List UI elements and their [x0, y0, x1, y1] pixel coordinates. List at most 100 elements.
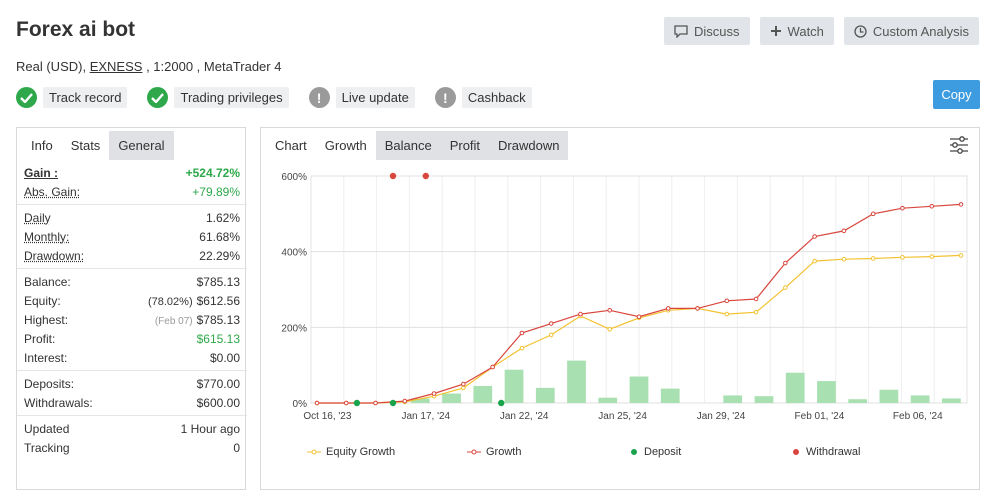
chart-tabs: Chart Growth Balance Profit Drawdown	[261, 128, 979, 161]
growth-point	[373, 400, 378, 406]
tab-stats[interactable]: Stats	[62, 131, 110, 160]
y-tick-label: 400%	[281, 248, 307, 259]
chart-panel: Chart Growth Balance Profit Drawdown 0% 2…	[260, 127, 980, 490]
y-tick-label: 200%	[281, 323, 307, 334]
stat-label[interactable]: Gain :	[24, 166, 58, 180]
growth-point	[753, 296, 759, 302]
clock-icon	[854, 24, 867, 38]
stat-label: Profit:	[24, 331, 56, 346]
stat-value: +79.89%	[192, 184, 240, 199]
equity-growth-point	[519, 345, 525, 351]
bar	[504, 369, 524, 403]
equity-growth-point	[870, 256, 876, 261]
stat-value: $785.13	[196, 312, 240, 327]
growth-point	[431, 391, 437, 396]
legend-line-icon	[467, 449, 481, 455]
tab-drawdown[interactable]: Drawdown	[489, 131, 569, 160]
stat-interest: Interest: $0.00	[17, 348, 247, 367]
bar	[567, 360, 586, 403]
legend-label: Growth	[486, 446, 522, 458]
tab-balance[interactable]: Balance	[375, 131, 441, 160]
exclamation-icon: !	[308, 87, 330, 108]
stat-value: $615.13	[196, 331, 240, 346]
growth-point	[314, 400, 320, 406]
growth-point	[929, 203, 935, 209]
growth-point	[783, 260, 788, 266]
stat-value: 61.68%	[199, 229, 240, 244]
stat-label[interactable]: Drawdown:	[24, 249, 84, 263]
discuss-label: Discuss	[694, 23, 740, 39]
growth-point	[812, 234, 817, 239]
stat-value: 1 Hour ago	[180, 421, 240, 436]
bar	[754, 396, 774, 403]
bar	[473, 385, 493, 403]
legend-label: Withdrawal	[806, 446, 861, 458]
stat-sub: (78.02%)	[147, 295, 193, 308]
x-tick-label: Feb 06, '24	[893, 411, 943, 422]
copy-button[interactable]: Copy	[933, 80, 980, 109]
legend-equity-growth[interactable]: Equity Growth	[307, 446, 467, 458]
chart-legend: Equity Growth Growth Deposit Withdrawal	[307, 446, 860, 458]
growth-point	[402, 398, 408, 404]
y-tick-label: 600%	[281, 172, 307, 183]
equity-growth-point	[812, 258, 817, 264]
bar	[848, 399, 868, 403]
tab-general[interactable]: General	[109, 131, 174, 160]
tab-info[interactable]: Info	[22, 131, 62, 160]
bar	[535, 387, 555, 403]
legend-dot-icon	[793, 449, 799, 455]
bar	[629, 376, 649, 403]
legend-growth[interactable]: Growth	[467, 446, 629, 458]
stat-label: Tracking	[24, 440, 70, 455]
legend-deposit[interactable]: Deposit	[629, 446, 791, 458]
equity-growth-point	[724, 311, 730, 317]
growth-point	[900, 205, 905, 211]
custom-analysis-button[interactable]: Custom Analysis	[843, 17, 979, 45]
stat-gain: Gain : +524.72%	[17, 163, 247, 182]
stat-value: $0.00	[209, 350, 240, 365]
legend-label: Equity Growth	[326, 446, 396, 458]
stat-label: Interest:	[24, 350, 68, 365]
tab-profit[interactable]: Profit	[440, 131, 490, 160]
growth-point	[343, 400, 349, 406]
leverage-platform: , 1:2000 , MetaTrader 4	[146, 59, 282, 74]
stat-label[interactable]: Daily	[24, 211, 51, 225]
top-actions: Discuss Watch Custom Analysis	[664, 17, 979, 45]
tab-growth[interactable]: Growth	[316, 131, 376, 160]
growth-point	[578, 311, 583, 317]
stat-drawdown: Drawdown: 22.29%	[17, 246, 247, 265]
stat-abs-gain: Abs. Gain: +79.89%	[17, 182, 247, 201]
equity-growth-point	[783, 285, 788, 290]
stat-sub: (Feb 07)	[154, 315, 193, 327]
watch-button[interactable]: Watch	[759, 17, 834, 45]
growth-point	[636, 314, 642, 320]
stat-daily: Daily 1.62%	[17, 208, 247, 227]
legend-withdrawal[interactable]: Withdrawal	[791, 446, 860, 458]
legend-line-icon	[307, 449, 321, 455]
equity-growth-point	[958, 253, 964, 258]
stat-label[interactable]: Abs. Gain:	[24, 185, 80, 199]
badge-label: Trading privileges	[174, 87, 289, 108]
stat-label[interactable]: Monthly:	[24, 230, 69, 244]
withdrawal-point	[422, 172, 429, 180]
badge-track-record: Track record	[16, 87, 128, 108]
equity-growth-point	[900, 255, 905, 260]
growth-point	[841, 228, 847, 234]
filter-settings-icon[interactable]	[949, 136, 969, 154]
stat-tracking: Tracking 0	[17, 438, 247, 457]
growth-point	[548, 321, 554, 326]
stats-tabs: Info Stats General	[17, 128, 245, 161]
badge-label: Live update	[335, 87, 415, 108]
bar	[660, 388, 680, 403]
stat-equity: Equity: (78.02%) $612.56	[17, 291, 247, 310]
tab-chart[interactable]: Chart	[266, 131, 316, 160]
deposit-point	[389, 399, 397, 407]
discuss-button[interactable]: Discuss	[664, 17, 750, 45]
badge-live-update: ! Live update	[308, 87, 415, 108]
stat-highest: Highest: (Feb 07) $785.13	[17, 310, 247, 329]
broker-link[interactable]: EXNESS	[90, 59, 143, 74]
stat-label: Withdrawals:	[24, 395, 93, 410]
stat-label: Balance:	[24, 274, 71, 289]
exclamation-icon: !	[434, 87, 456, 108]
stat-profit: Profit: $615.13	[17, 329, 247, 348]
